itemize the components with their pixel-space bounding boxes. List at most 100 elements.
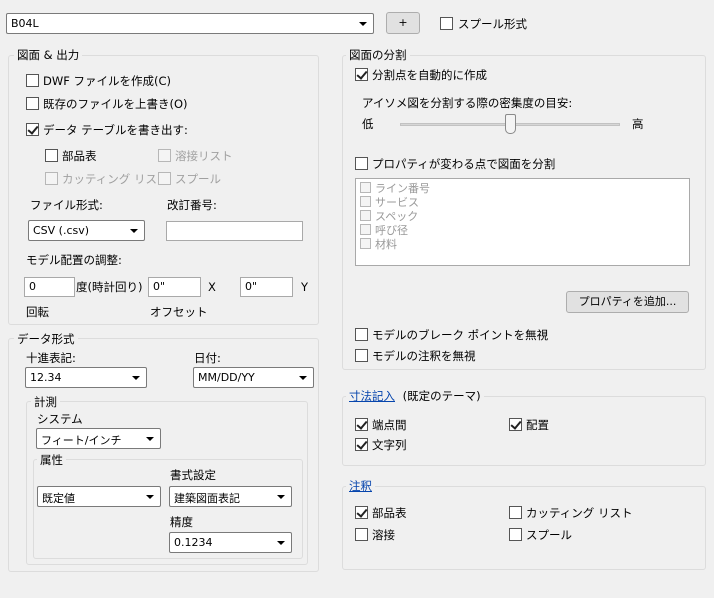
style-label: 書式設定 <box>170 468 216 482</box>
chevron-down-icon <box>276 492 287 502</box>
dimension-title: 寸法記入 (既定のテーマ) <box>346 388 484 404</box>
low-label: 低 <box>362 117 374 131</box>
chevron-down-icon <box>131 373 142 383</box>
auto-split-checkbox[interactable] <box>355 68 368 81</box>
bom-checkbox[interactable] <box>45 149 58 162</box>
dwf-checkbox[interactable] <box>26 74 39 87</box>
list-item-label: 材料 <box>375 238 397 251</box>
ignore-breakpoints-label: モデルのブレーク ポイントを無視 <box>372 328 549 342</box>
annotation-weld-label: 溶接 <box>372 528 395 542</box>
chevron-down-icon <box>145 492 156 502</box>
weld-list-checkbox[interactable] <box>158 149 171 162</box>
list-item-checkbox[interactable] <box>360 224 371 235</box>
system-value: フィート/インチ <box>41 434 122 447</box>
weld-list-label: 溶接リスト <box>175 149 233 163</box>
slider-thumb[interactable] <box>505 114 516 134</box>
list-item-checkbox[interactable] <box>360 210 371 221</box>
list-item-checkbox[interactable] <box>360 238 371 249</box>
placement-checkbox[interactable] <box>509 418 522 431</box>
annotation-bom-label: 部品表 <box>372 506 407 520</box>
y-label: Y <box>301 280 309 294</box>
property-list[interactable]: ライン番号 サービス スペック 呼び径 材料 <box>355 178 690 266</box>
density-slider[interactable] <box>398 112 622 140</box>
ignore-annotations-label: モデルの注釈を無視 <box>372 349 476 363</box>
endpoints-label: 端点間 <box>372 418 407 432</box>
chevron-down-icon <box>358 19 369 29</box>
spool-format-checkbox[interactable] <box>440 17 453 30</box>
decimal-combo[interactable]: 12.34 <box>25 367 147 388</box>
date-label: 日付: <box>194 351 221 365</box>
attribute-combo[interactable]: 既定値 <box>37 486 161 507</box>
annotation-cut-list-label: カッティング リスト <box>526 506 633 520</box>
add-sheet-label: + <box>398 16 408 29</box>
annotation-cut-list-checkbox[interactable] <box>509 506 522 519</box>
rotation-input[interactable]: 0 <box>24 277 75 297</box>
spool-format-label: スプール形式 <box>458 17 527 31</box>
file-format-label: ファイル形式: <box>30 198 103 212</box>
precision-label: 精度 <box>170 515 193 529</box>
revision-input[interactable] <box>166 221 303 241</box>
model-adjust-label: モデル配置の調整: <box>26 253 122 267</box>
date-combo[interactable]: MM/DD/YY <box>193 367 314 388</box>
style-value: 建築図面表記 <box>174 492 240 505</box>
endpoints-checkbox[interactable] <box>355 418 368 431</box>
annotation-spool-label: スプール <box>526 528 572 542</box>
overwrite-label: 既存のファイルを上書き(O) <box>43 97 188 111</box>
placement-label: 配置 <box>526 418 549 432</box>
file-format-value: CSV (.csv) <box>33 224 90 237</box>
dimension-theme-label: (既定のテーマ) <box>402 389 481 403</box>
cut-list-label: カッティング リスト <box>62 172 169 186</box>
offset-x-value: 0" <box>153 280 166 293</box>
file-format-combo[interactable]: CSV (.csv) <box>28 220 145 241</box>
spool-label: スプール <box>175 172 221 186</box>
add-property-button[interactable]: プロパティを追加... <box>566 291 689 313</box>
offset-y-input[interactable]: 0" <box>240 277 293 297</box>
data-format-title: データ形式 <box>14 331 78 347</box>
annotation-bom-checkbox[interactable] <box>355 506 368 519</box>
annotation-spool-checkbox[interactable] <box>509 528 522 541</box>
decimal-label: 十進表記: <box>26 351 76 365</box>
split-title: 図面の分割 <box>346 47 410 63</box>
density-label: アイソメ図を分割する際の密集度の目安: <box>362 96 573 110</box>
style-combo[interactable]: 建築図面表記 <box>169 486 292 507</box>
spool-checkbox[interactable] <box>158 172 171 185</box>
annotation-title: 注釈 <box>346 478 375 494</box>
system-combo[interactable]: フィート/インチ <box>36 428 161 449</box>
overwrite-checkbox[interactable] <box>26 97 39 110</box>
rotation-value: 0 <box>29 280 36 293</box>
date-value: MM/DD/YY <box>198 371 255 384</box>
dimension-link[interactable]: 寸法記入 <box>349 389 395 403</box>
strings-checkbox[interactable] <box>355 438 368 451</box>
cut-list-checkbox[interactable] <box>45 172 58 185</box>
chevron-down-icon <box>298 373 309 383</box>
annotation-link[interactable]: 注釈 <box>349 479 372 493</box>
auto-split-label: 分割点を自動的に作成 <box>372 68 487 82</box>
ignore-breakpoints-checkbox[interactable] <box>355 328 368 341</box>
chevron-down-icon <box>145 434 156 444</box>
rotation-caption: 回転 <box>26 305 49 319</box>
sheet-value: B04L <box>11 17 39 30</box>
high-label: 高 <box>632 117 644 131</box>
measure-title: 計測 <box>31 394 60 410</box>
chevron-down-icon <box>129 226 140 236</box>
export-table-checkbox[interactable] <box>26 123 39 136</box>
export-table-label: データ テーブルを書き出す: <box>43 123 188 137</box>
annotation-weld-checkbox[interactable] <box>355 528 368 541</box>
bom-label: 部品表 <box>62 149 97 163</box>
attribute-value: 既定値 <box>42 492 75 505</box>
system-label: システム <box>37 412 83 426</box>
dwf-label: DWF ファイルを作成(C) <box>43 74 171 88</box>
sheet-combo[interactable]: B04L <box>6 13 374 34</box>
attribute-title: 属性 <box>37 452 66 468</box>
list-item-checkbox[interactable] <box>360 182 371 193</box>
list-item-checkbox[interactable] <box>360 196 371 207</box>
add-sheet-button[interactable]: + <box>386 12 420 34</box>
add-property-label: プロパティを追加... <box>578 295 677 308</box>
precision-combo[interactable]: 0.1234 <box>169 532 292 553</box>
property-split-checkbox[interactable] <box>355 157 368 170</box>
offset-y-value: 0" <box>245 280 258 293</box>
x-label: X <box>208 280 216 294</box>
revision-label: 改訂番号: <box>167 198 217 212</box>
offset-x-input[interactable]: 0" <box>148 277 201 297</box>
ignore-annotations-checkbox[interactable] <box>355 349 368 362</box>
